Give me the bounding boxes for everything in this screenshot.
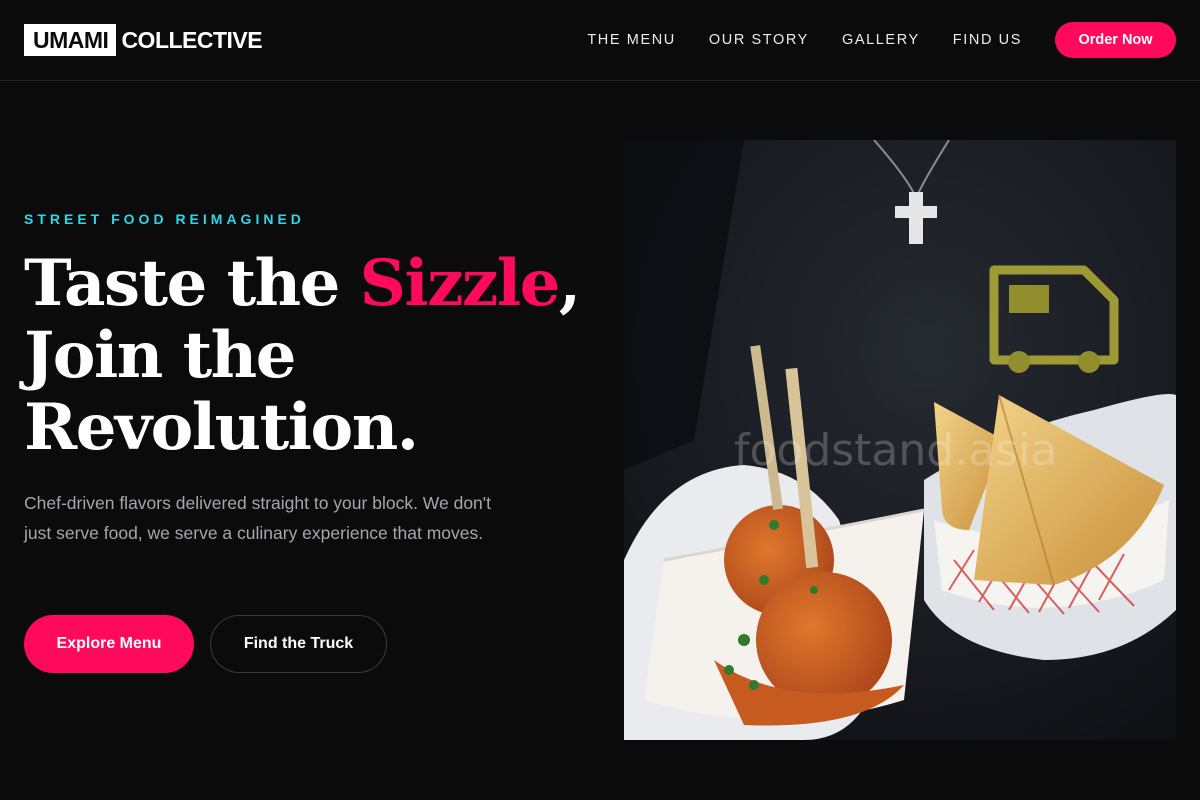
find-truck-button[interactable]: Find the Truck bbox=[210, 615, 387, 673]
meatball bbox=[756, 572, 892, 708]
explore-menu-button[interactable]: Explore Menu bbox=[24, 615, 194, 673]
nav-link-find-us[interactable]: FIND US bbox=[953, 32, 1022, 48]
main-nav: THE MENU OUR STORY GALLERY FIND US Order… bbox=[587, 22, 1176, 58]
hero-image-illustration: foodstand.asia bbox=[624, 140, 1176, 740]
headline-pre: Taste the bbox=[24, 246, 360, 321]
hero-section: STREET FOOD REIMAGINED Taste the Sizzle,… bbox=[24, 0, 604, 800]
hero-image: foodstand.asia bbox=[624, 140, 1176, 740]
order-now-button[interactable]: Order Now bbox=[1055, 22, 1176, 58]
hero-description: Chef-driven flavors delivered straight t… bbox=[24, 493, 491, 543]
hero-eyebrow: STREET FOOD REIMAGINED bbox=[24, 211, 305, 227]
nav-link-our-story[interactable]: OUR STORY bbox=[709, 32, 809, 48]
image-watermark: foodstand.asia bbox=[734, 425, 1057, 476]
nav-link-gallery[interactable]: GALLERY bbox=[842, 32, 920, 48]
headline-accent: Sizzle bbox=[359, 246, 561, 321]
hero-headline: Taste the Sizzle, Join the Revolution. bbox=[24, 248, 604, 464]
